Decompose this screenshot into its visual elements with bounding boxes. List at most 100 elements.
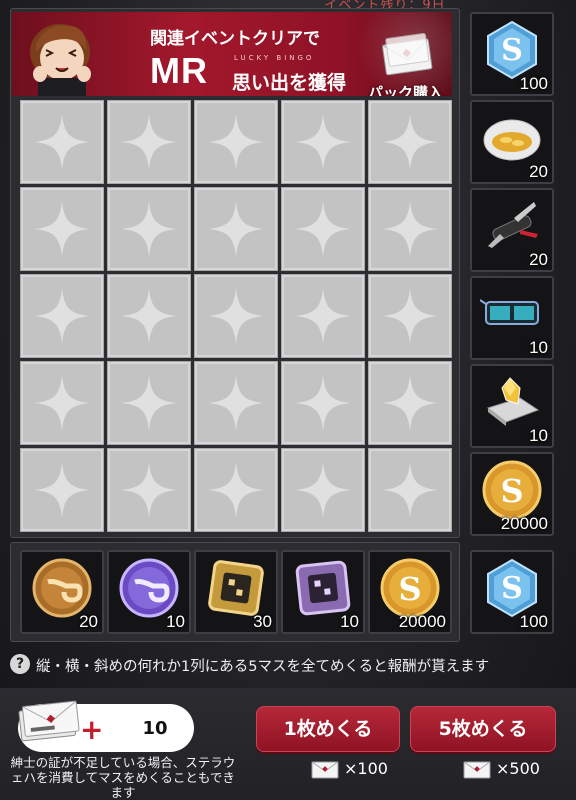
banner-lucky-bingo: LUCKY BINGO [234,54,315,62]
sparkle-icon [295,201,351,257]
help-icon[interactable]: ? [10,654,30,674]
reward-slot[interactable]: S 100 [470,550,554,634]
reward-slot[interactable]: S 100 [470,12,554,96]
sparkle-icon [34,375,90,431]
reward-quantity: 100 [519,74,548,93]
gold-coin-icon: S [380,558,440,618]
bingo-cell[interactable] [281,274,365,358]
bingo-cell[interactable] [281,100,365,184]
purple-pipe-medal-icon [119,558,179,618]
reward-quantity: 20 [79,612,98,631]
avatar-chibi-icon [30,24,91,96]
bingo-cell[interactable] [368,187,452,271]
reward-slot[interactable]: S 20000 [368,550,452,634]
sparkle-icon [295,462,351,518]
flip-5-button[interactable]: 5枚めくる [410,706,556,752]
bingo-cell[interactable] [20,274,104,358]
reward-quantity: 10 [340,612,359,631]
sparkle-icon [34,288,90,344]
sparkle-icon [382,114,438,170]
reward-quantity: 100 [519,612,548,631]
reward-slot[interactable]: 20 [20,550,104,634]
reward-slot[interactable]: 10 [107,550,191,634]
reward-slot[interactable]: 20 [470,100,554,184]
reward-slot[interactable]: 10 [470,364,554,448]
rules-text: 縦・横・斜めの何れか1列にある5マスを全てめくると報酬が貰えます [36,659,490,675]
gold-chip-icon [208,560,264,616]
sparkle-icon [208,201,264,257]
bingo-cell[interactable] [20,361,104,445]
reward-quantity: 20 [529,250,548,269]
banner-mr-logo: MR [150,50,208,91]
reward-quantity: 30 [253,612,272,631]
bingo-cell[interactable] [368,448,452,532]
bingo-cell[interactable] [20,187,104,271]
sparkle-icon [382,201,438,257]
flip-1-cost: ×100 [344,759,388,778]
bingo-cell[interactable] [107,448,191,532]
sparkle-icon [295,288,351,344]
ticket-count: 10 [142,718,168,739]
bingo-cell[interactable] [368,274,452,358]
bingo-cell[interactable] [107,361,191,445]
sparkle-icon [382,375,438,431]
reward-quantity: 10 [166,612,185,631]
pack-envelope-icon [382,33,433,76]
sparkle-icon [121,288,177,344]
sparkle-icon [208,462,264,518]
event-banner[interactable]: 関連イベントクリアで MR LUCKY BINGO 思い出を獲得 パック購入 [12,12,452,96]
svg-text:S: S [501,33,523,68]
pack-purchase-label: パック購入 [368,84,444,96]
reward-slot[interactable]: 30 [194,550,278,634]
reward-slot[interactable]: 20 [470,188,554,272]
sparkle-icon [208,114,264,170]
banner-subtitle: 思い出を獲得 [232,72,347,94]
bingo-cell[interactable] [368,361,452,445]
event-remaining-label: イベント残り：9日 [324,0,446,13]
sparkle-icon [121,375,177,431]
bingo-cell[interactable] [107,100,191,184]
bingo-cell[interactable] [281,187,365,271]
svg-text:S: S [501,571,523,606]
sparkle-icon [121,462,177,518]
bingo-cell[interactable] [194,274,278,358]
reward-slot[interactable]: 10 [281,550,365,634]
bingo-cell[interactable] [194,361,278,445]
reward-slot[interactable]: S 20000 [470,452,554,536]
multitool-icon [488,202,538,248]
svg-text:S: S [398,570,421,608]
bingo-cell[interactable] [194,100,278,184]
bingo-cell[interactable] [194,187,278,271]
bingo-cell[interactable] [194,448,278,532]
glasses-icon [480,299,539,325]
reward-quantity: 10 [529,426,548,445]
reward-quantity: 20 [529,162,548,181]
bingo-cell[interactable] [281,448,365,532]
gold-coin-icon: S [482,460,542,520]
flip-1-button[interactable]: 1枚めくる [256,706,400,752]
sparkle-icon [34,201,90,257]
s-gem-icon: S [487,558,537,618]
bingo-cell[interactable] [368,100,452,184]
ticket-note: 紳士の証が不足している場合、ステラウェハを消費してマスをめくることもできます [10,755,236,800]
sparkle-icon [208,375,264,431]
sparkle-icon [121,114,177,170]
sparkle-icon [34,114,90,170]
bingo-cell[interactable] [107,274,191,358]
bingo-cell[interactable] [20,100,104,184]
reward-quantity: 20000 [500,514,548,533]
gold-bowl-icon [483,119,541,161]
bingo-grid [20,100,452,532]
gentleman-proof-ticket-icon [18,700,80,742]
s-gem-icon: S [487,20,537,80]
envelope-cost-icon [311,761,339,779]
reward-quantity: 20000 [398,612,446,631]
envelope-cost-icon [463,761,491,779]
bingo-cell[interactable] [20,448,104,532]
bingo-cell[interactable] [107,187,191,271]
bingo-cell[interactable] [281,361,365,445]
banner-title: 関連イベントクリアで [150,29,320,49]
purple-chip-icon [295,560,351,616]
add-ticket-button[interactable]: + [80,716,103,744]
reward-slot[interactable]: 10 [470,276,554,360]
